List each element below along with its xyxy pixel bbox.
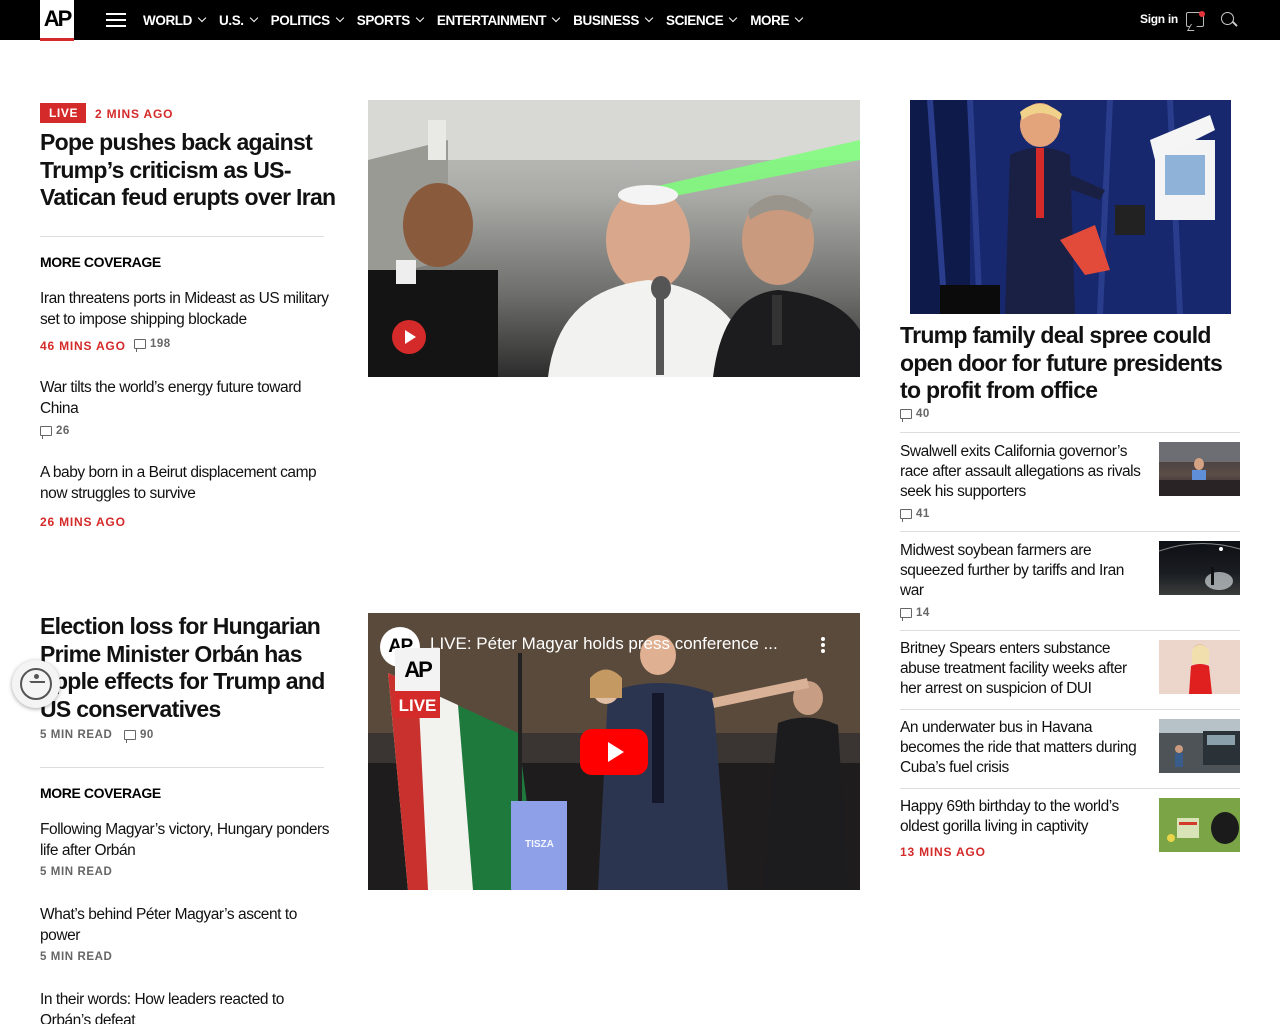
notification-dot xyxy=(1199,11,1205,17)
timestamp: 13 MINS AGO xyxy=(900,845,986,859)
list-headline[interactable]: Britney Spears enters substance abuse tr… xyxy=(900,639,1150,699)
britney-spears-thumbnail[interactable] xyxy=(1159,640,1240,694)
thumb-illustration xyxy=(1159,442,1240,496)
chevron-down-icon xyxy=(197,13,207,23)
chevron-down-icon xyxy=(794,13,804,23)
youtube-video-embed[interactable]: AP LIVE: Péter Magyar holds press confer… xyxy=(368,613,860,890)
comment-count[interactable]: 90 xyxy=(124,729,154,743)
ap-logo[interactable]: AP xyxy=(40,0,74,41)
menu-item-sports[interactable]: SPORTS xyxy=(357,13,425,28)
comment-icon xyxy=(900,509,912,522)
live-badge: LIVE xyxy=(40,103,87,123)
logo-text: AP xyxy=(43,6,73,31)
lead-headline[interactable]: Pope pushes back against Trump’s critici… xyxy=(40,129,340,212)
more-coverage-heading: MORE COVERAGE xyxy=(40,254,161,270)
related-headline[interactable]: A baby born in a Beirut displacement cam… xyxy=(40,462,340,504)
related-headline[interactable]: Iran threatens ports in Mideast as US mi… xyxy=(40,288,344,330)
kebab-menu-icon[interactable] xyxy=(821,637,825,653)
comment-icon xyxy=(900,608,912,621)
thumb-illustration xyxy=(1159,543,1240,590)
photo-illustration xyxy=(368,100,860,377)
sign-in-link[interactable]: Sign in xyxy=(1140,12,1178,26)
chevron-down-icon xyxy=(249,13,258,23)
menu-item-us[interactable]: U.S. xyxy=(219,13,258,28)
divider xyxy=(900,432,1240,433)
chevron-down-icon xyxy=(644,13,654,23)
right-top-headline[interactable]: Trump family deal spree could open door … xyxy=(900,322,1240,405)
accessibility-icon[interactable] xyxy=(12,660,60,708)
list-headline[interactable]: Swalwell exits California governor’s rac… xyxy=(900,442,1150,502)
chevron-down-icon xyxy=(335,13,344,23)
thumb-illustration xyxy=(1159,798,1240,852)
related-headline[interactable]: In their words: How leaders reacted to O… xyxy=(40,989,330,1024)
list-headline[interactable]: Midwest soybean farmers are squeezed fur… xyxy=(900,541,1150,601)
comment-count[interactable]: 40 xyxy=(900,408,930,422)
comment-count[interactable]: 26 xyxy=(40,425,70,439)
hamburger-menu-icon[interactable] xyxy=(106,13,126,27)
video-play-icon[interactable] xyxy=(392,320,426,354)
more-coverage-heading: MORE COVERAGE xyxy=(40,785,161,801)
gorilla-thumbnail[interactable] xyxy=(1159,798,1240,852)
top-nav: AP WORLD U.S. POLITICS SPORTS ENTERTAINM… xyxy=(0,0,1280,41)
photo-illustration xyxy=(910,100,1231,314)
lead-headline[interactable]: Election loss for Hungarian Prime Minist… xyxy=(40,613,350,723)
menu-item-world[interactable]: WORLD xyxy=(143,13,207,28)
comment-icon xyxy=(124,730,136,743)
divider xyxy=(40,767,324,768)
swalwell-thumbnail[interactable] xyxy=(1159,442,1240,496)
divider xyxy=(900,788,1240,789)
comment-icon xyxy=(134,339,146,352)
read-time: 5 MIN READ xyxy=(40,729,113,741)
comment-count[interactable]: 41 xyxy=(900,508,930,522)
thumb-illustration xyxy=(1159,719,1240,773)
main-menu: WORLD U.S. POLITICS SPORTS ENTERTAINMENT… xyxy=(143,0,816,40)
menu-item-entertainment[interactable]: ENTERTAINMENT xyxy=(437,13,561,28)
related-headline[interactable]: What’s behind Péter Magyar’s ascent to p… xyxy=(40,904,330,946)
comment-icon xyxy=(900,409,912,422)
related-headline[interactable]: Following Magyar’s victory, Hungary pond… xyxy=(40,819,345,861)
list-headline[interactable]: Happy 69th birthday to the world’s oldes… xyxy=(900,797,1150,837)
ap-live-logo: AP LIVE xyxy=(395,648,440,720)
menu-item-business[interactable]: BUSINESS xyxy=(573,13,654,28)
menu-item-politics[interactable]: POLITICS xyxy=(271,13,344,28)
timestamp: 2 MINS AGO xyxy=(95,107,174,121)
comment-icon xyxy=(40,426,52,439)
trump-photo[interactable] xyxy=(910,100,1231,314)
divider xyxy=(900,531,1240,532)
soybean-farm-thumbnail[interactable] xyxy=(1159,541,1240,595)
divider xyxy=(40,236,324,237)
pope-plane-photo[interactable] xyxy=(368,100,860,377)
thumb-illustration xyxy=(1159,640,1240,694)
comment-count[interactable]: 198 xyxy=(134,338,171,352)
chevron-down-icon xyxy=(551,13,561,23)
related-headline[interactable]: War tilts the world’s energy future towa… xyxy=(40,377,340,419)
read-time: 5 MIN READ xyxy=(40,866,113,878)
timestamp: 26 MINS AGO xyxy=(40,515,126,529)
video-title[interactable]: LIVE: Péter Magyar holds press conferenc… xyxy=(430,634,778,654)
podium-label: TISZA xyxy=(525,839,554,850)
menu-item-science[interactable]: SCIENCE xyxy=(666,13,738,28)
timestamp: 46 MINS AGO xyxy=(40,339,126,353)
divider xyxy=(900,709,1240,710)
list-headline[interactable]: An underwater bus in Havana becomes the … xyxy=(900,718,1150,778)
havana-bus-thumbnail[interactable] xyxy=(1159,719,1240,773)
youtube-play-icon[interactable] xyxy=(580,729,648,775)
comment-count[interactable]: 14 xyxy=(900,607,930,621)
search-icon[interactable] xyxy=(1221,12,1234,25)
divider xyxy=(900,630,1240,631)
chevron-down-icon xyxy=(728,13,738,23)
menu-item-more[interactable]: MORE xyxy=(750,13,804,28)
chevron-down-icon xyxy=(415,13,425,23)
read-time: 5 MIN READ xyxy=(40,951,113,963)
